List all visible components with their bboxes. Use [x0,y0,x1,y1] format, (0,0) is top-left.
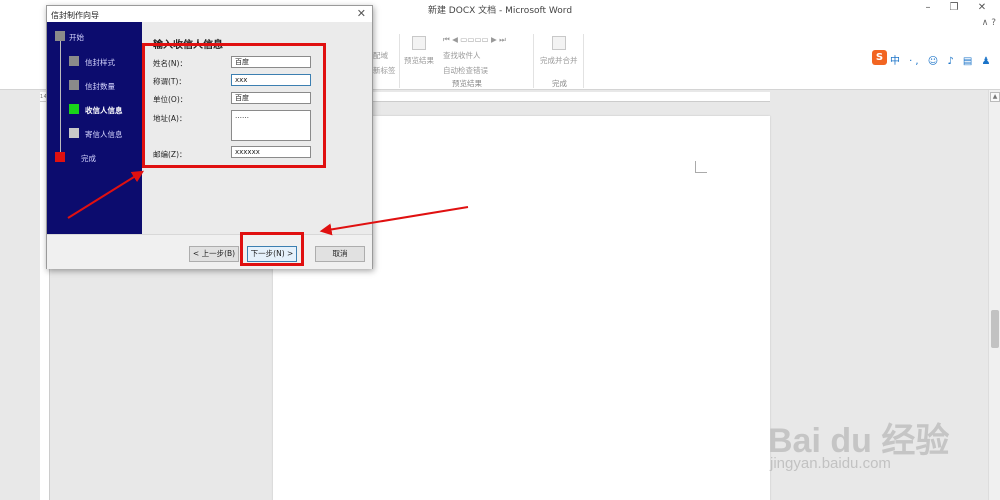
arrow-to-form [67,170,145,219]
watermark-url: jingyan.baidu.com [770,455,891,472]
arrow-to-next-button [319,206,469,236]
screen: 新建 DOCX 文档 - Microsoft Word – ❐ ✕ ∧ ? 配域… [0,0,1000,500]
baidu-jingyan-watermark: Bai du 经验 jingyan.baidu.com [768,395,993,485]
